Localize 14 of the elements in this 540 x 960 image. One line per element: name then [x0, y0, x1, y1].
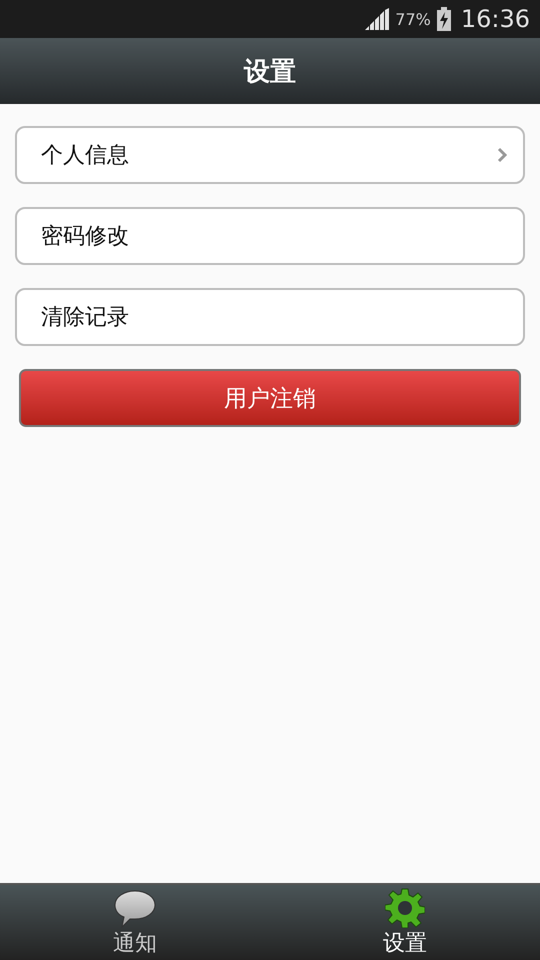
menu-item[interactable]: 个人信息 [15, 126, 525, 184]
menu-item[interactable]: 清除记录 [15, 288, 525, 346]
clock: 16:36 [460, 5, 530, 33]
gear-icon [385, 888, 425, 928]
logout-button[interactable]: 用户注销 [19, 369, 521, 427]
battery-charging-icon [436, 7, 451, 31]
speech-bubble-icon [114, 890, 156, 928]
menu-item[interactable]: 密码修改 [15, 207, 525, 265]
page-title: 设置 [244, 56, 296, 88]
signal-icon [365, 8, 390, 30]
tab[interactable]: 通知 [0, 885, 270, 960]
tab[interactable]: 设置 [270, 885, 540, 960]
chevron-right-icon [497, 147, 507, 163]
battery-percent: 77% [395, 10, 431, 28]
